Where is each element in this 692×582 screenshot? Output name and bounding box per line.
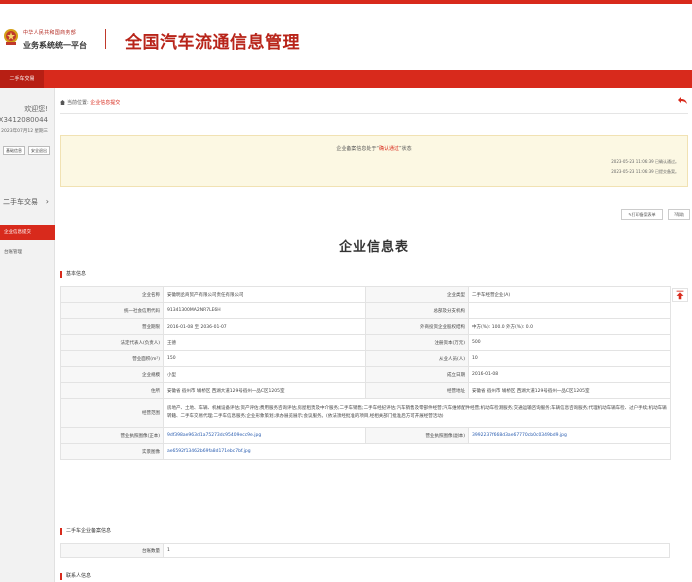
header: 中华人民共和国商务部 业务系统统一平台 全国汽车流通信息管理 bbox=[0, 4, 692, 62]
staff-label: 从业人员(人) bbox=[365, 350, 469, 367]
table-row: 经营范围 房地产、土地、车辆、机械设备评估;资产评估;费用服务咨询评估;房屋租赁… bbox=[60, 398, 671, 428]
ledger-count-label: 台账数量 bbox=[60, 543, 164, 558]
legal-rep-label: 法定代表人(负责人) bbox=[60, 334, 164, 351]
sidebar-item-company-submit[interactable]: 企业信息提交 bbox=[0, 225, 55, 240]
branch-label: 总部及分支机构 bbox=[365, 302, 469, 319]
header-divider bbox=[105, 29, 106, 49]
area-value: 150 bbox=[163, 350, 366, 367]
back-to-top-icon[interactable] bbox=[672, 288, 688, 302]
credit-code-label: 统一社会信用代码 bbox=[60, 302, 164, 319]
basic-info-table: 企业名称 安徽明丞商贸产有限公司责任有限公司 企业类型 二手车经营企业(A) 统… bbox=[60, 286, 671, 460]
login-date: 2023年07月12 星期三 bbox=[1, 129, 48, 134]
sidebar-section-used-car[interactable]: 二手车交易 › bbox=[0, 194, 55, 210]
notice-status: 确认通过 bbox=[378, 146, 399, 152]
biz-address-label: 经营地址 bbox=[365, 382, 469, 399]
section-basic-info: 基本信息 bbox=[60, 271, 86, 278]
table-row: 台账数量 1 bbox=[60, 543, 670, 558]
license-back-label: 营业执照图像(副本) bbox=[365, 427, 469, 444]
notice-prefix: 企业备案信息处于“ bbox=[336, 146, 379, 152]
breadcrumb: 当前位置: 企业信息提交 bbox=[60, 99, 120, 106]
reg-capital-value: 500 bbox=[468, 334, 671, 351]
license-back-link[interactable]: 3992237f668d3ae67770cb0c0349bd9.jpg bbox=[472, 433, 567, 438]
company-name-value: 安徽明丞商贸产有限公司责任有限公司 bbox=[163, 286, 366, 303]
capital-ratio-value: 中方(%): 100.0 外方(%): 0.0 bbox=[468, 318, 671, 335]
photo-link[interactable]: ae6592f13462b69fa8d171ebc7bf.jpg bbox=[167, 449, 251, 454]
nav-tab-used-car-trade[interactable]: 二手车交易 bbox=[0, 70, 44, 88]
system-title: 全国汽车流通信息管理 bbox=[125, 33, 300, 53]
form-title: 企业信息表 bbox=[338, 240, 409, 255]
sidebar: 欢迎您! TX3412080044 2023年07月12 星期三 基础信息 安全… bbox=[0, 88, 55, 582]
gov-agency-name: 中华人民共和国商务部 bbox=[23, 30, 77, 36]
scale-value: 小型 bbox=[163, 366, 366, 383]
branch-value bbox=[468, 302, 671, 319]
print-form-label: 打印备案表单 bbox=[631, 212, 656, 217]
table-row: 营业执照图像(正本) 9df398ae963d1a75273dc95409ecc… bbox=[60, 427, 671, 444]
help-label: 帮助 bbox=[676, 212, 685, 217]
back-arrow-icon[interactable] bbox=[678, 96, 688, 106]
print-form-button[interactable]: ✎打印备案表单 bbox=[621, 209, 663, 220]
welcome-text: 欢迎您! bbox=[24, 105, 48, 113]
section-contact-info: 联系人信息 bbox=[60, 573, 91, 580]
notice-log-confirmed: 2023-05-23 11:06:39 已确认通过。 bbox=[611, 159, 679, 164]
company-type-value: 二手车经营企业(A) bbox=[468, 286, 671, 303]
help-button[interactable]: ?帮助 bbox=[668, 209, 690, 220]
table-row: 统一社会信用代码 91341300MA2NR7LE6H 总部及分支机构 bbox=[60, 302, 671, 319]
platform-name: 业务系统统一平台 bbox=[23, 41, 87, 50]
license-front-link[interactable]: 9df398ae963d1a75273dc95409ecc9e.jpg bbox=[167, 433, 261, 438]
ledger-count-value: 1 bbox=[163, 543, 670, 558]
table-row: 住所 安徽省 宿州市 埇桥区 西湖大道129号宿州一品C区1205室 经营地址 … bbox=[60, 382, 671, 399]
period-label: 营业期限 bbox=[60, 318, 164, 335]
capital-ratio-label: 外商投资企业股权结构 bbox=[365, 318, 469, 335]
scale-label: 企业规模 bbox=[60, 366, 164, 383]
address-value: 安徽省 宿州市 埇桥区 西湖大道129号宿州一品C区1205室 bbox=[163, 382, 366, 399]
national-emblem-icon bbox=[4, 29, 18, 45]
notice-log-submitted: 2023-05-23 11:06:39 已提交备案。 bbox=[611, 169, 679, 174]
table-row: 营业期限 2016-01-08 至 2036-01-07 外商投资企业股权结构 … bbox=[60, 318, 671, 335]
user-info: 欢迎您! TX3412080044 2023年07月12 星期三 bbox=[0, 104, 48, 137]
user-id: TX3412080044 bbox=[0, 116, 48, 124]
credit-code-value: 91341300MA2NR7LE6H bbox=[163, 302, 366, 319]
area-label: 营业面积(m²) bbox=[60, 350, 164, 367]
staff-value: 10 bbox=[468, 350, 671, 367]
scope-label: 经营范围 bbox=[60, 398, 164, 428]
top-nav: 二手车交易 bbox=[0, 70, 692, 88]
address-label: 住所 bbox=[60, 382, 164, 399]
biz-address-value: 安徽省 宿州市 埇桥区 西湖大道129号宿州一品C区1205室 bbox=[468, 382, 671, 399]
photo-label: 实景图像 bbox=[60, 443, 164, 460]
chevron-right-icon: › bbox=[45, 197, 49, 206]
logout-button[interactable]: 安全退出 bbox=[28, 146, 50, 155]
breadcrumb-divider bbox=[60, 113, 688, 114]
table-row: 企业规模 小型 成立日期 2016-01-08 bbox=[60, 366, 671, 383]
reg-capital-label: 注册资本(万元) bbox=[365, 334, 469, 351]
table-row: 实景图像 ae6592f13462b69fa8d171ebc7bf.jpg bbox=[60, 443, 671, 460]
sidebar-item-ledger[interactable]: 台账管理 bbox=[0, 246, 55, 260]
scope-value: 房地产、土地、车辆、机械设备评估;资产评估;费用服务咨询评估;房屋租赁及中介服务… bbox=[163, 398, 671, 428]
breadcrumb-prefix: 当前位置: bbox=[67, 100, 89, 106]
found-date-label: 成立日期 bbox=[365, 366, 469, 383]
used-car-info-table: 台账数量 1 bbox=[60, 543, 670, 558]
home-icon bbox=[60, 100, 65, 105]
company-name-label: 企业名称 bbox=[60, 286, 164, 303]
breadcrumb-current[interactable]: 企业信息提交 bbox=[90, 100, 120, 106]
company-type-label: 企业类型 bbox=[365, 286, 469, 303]
table-row: 法定代表人(负责人) 王德 注册资本(万元) 500 bbox=[60, 334, 671, 351]
table-row: 营业面积(m²) 150 从业人员(人) 10 bbox=[60, 350, 671, 367]
notice-suffix: ”状态 bbox=[399, 146, 412, 152]
period-value: 2016-01-08 至 2036-01-07 bbox=[163, 318, 366, 335]
status-notice: 企业备案信息处于“确认通过”状态 2023-05-23 11:06:39 已确认… bbox=[60, 135, 688, 187]
legal-rep-value: 王德 bbox=[163, 334, 366, 351]
main-content: 当前位置: 企业信息提交 企业备案信息处于“确认通过”状态 2023-05-23… bbox=[56, 88, 692, 582]
basic-info-button[interactable]: 基础信息 bbox=[3, 146, 25, 155]
license-front-label: 营业执照图像(正本) bbox=[60, 427, 164, 444]
sidebar-section-label: 二手车交易 bbox=[3, 198, 38, 206]
section-used-car-info: 二手车企业备案信息 bbox=[60, 528, 111, 535]
found-date-value: 2016-01-08 bbox=[468, 366, 671, 383]
table-row: 企业名称 安徽明丞商贸产有限公司责任有限公司 企业类型 二手车经营企业(A) bbox=[60, 286, 671, 303]
notice-status-text: 企业备案信息处于“确认通过”状态 bbox=[61, 145, 687, 152]
